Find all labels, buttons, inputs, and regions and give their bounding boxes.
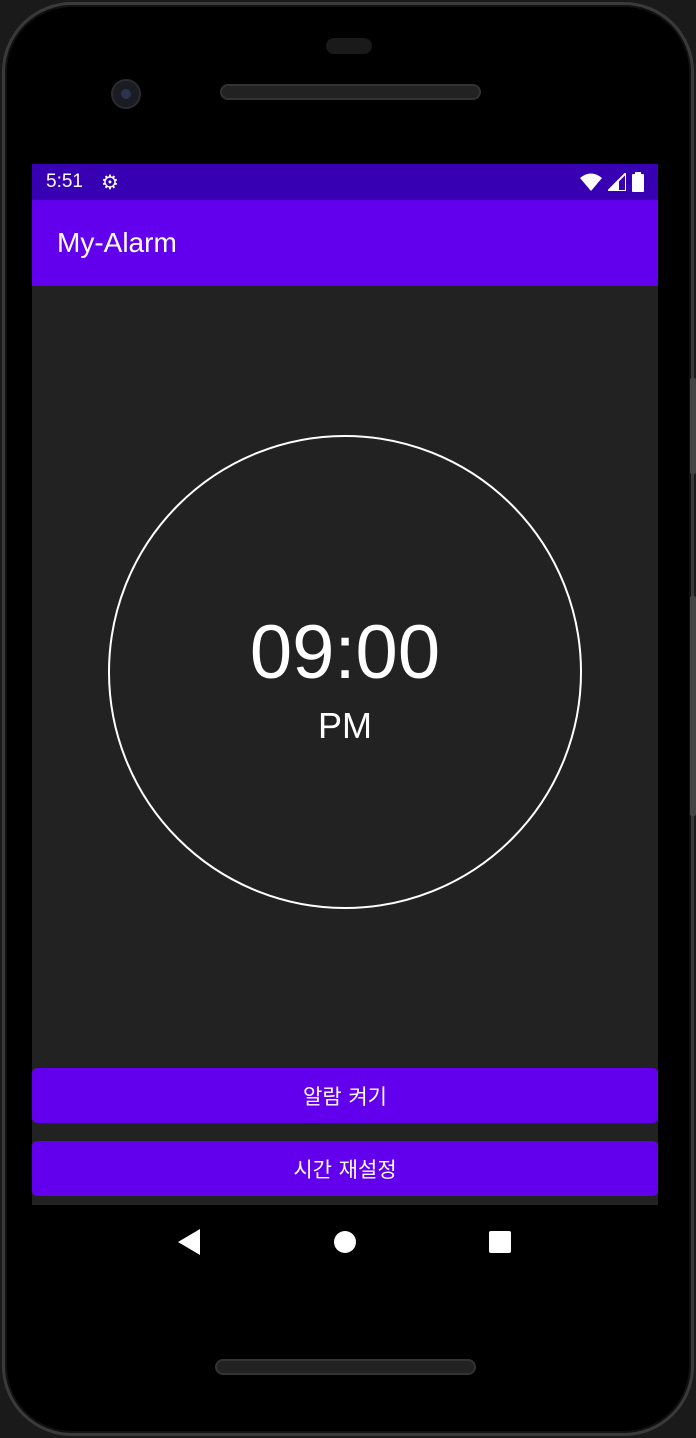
screen: 5:51 ⚙ My-Alarm 09:00 PM 알람 켜기 시간 재설정 [32, 164, 658, 1278]
navigation-bar [32, 1205, 658, 1278]
main-content: 09:00 PM 알람 켜기 시간 재설정 [32, 286, 658, 1205]
alarm-toggle-button[interactable]: 알람 켜기 [32, 1068, 658, 1123]
settings-gear-icon: ⚙ [100, 171, 119, 194]
alarm-time: 09:00 [249, 610, 441, 695]
sensor [326, 38, 372, 54]
home-icon[interactable] [333, 1230, 357, 1254]
status-bar: 5:51 ⚙ [32, 164, 658, 200]
reset-time-button[interactable]: 시간 재설정 [32, 1141, 658, 1196]
front-camera [111, 79, 141, 109]
alarm-ampm: PM [318, 705, 372, 746]
back-icon[interactable] [177, 1228, 202, 1255]
battery-icon [632, 172, 644, 192]
wifi-icon [580, 173, 602, 191]
recents-icon[interactable] [488, 1230, 512, 1254]
alarm-clock-circle: 09:00 PM [108, 435, 582, 909]
status-time: 5:51 [46, 171, 83, 192]
volume-button [690, 596, 696, 816]
power-button [690, 378, 696, 474]
app-title: My-Alarm [57, 227, 177, 258]
signal-icon [608, 173, 626, 191]
app-bar: My-Alarm [32, 200, 658, 286]
earpiece-speaker [220, 84, 481, 100]
bottom-speaker [215, 1359, 476, 1375]
